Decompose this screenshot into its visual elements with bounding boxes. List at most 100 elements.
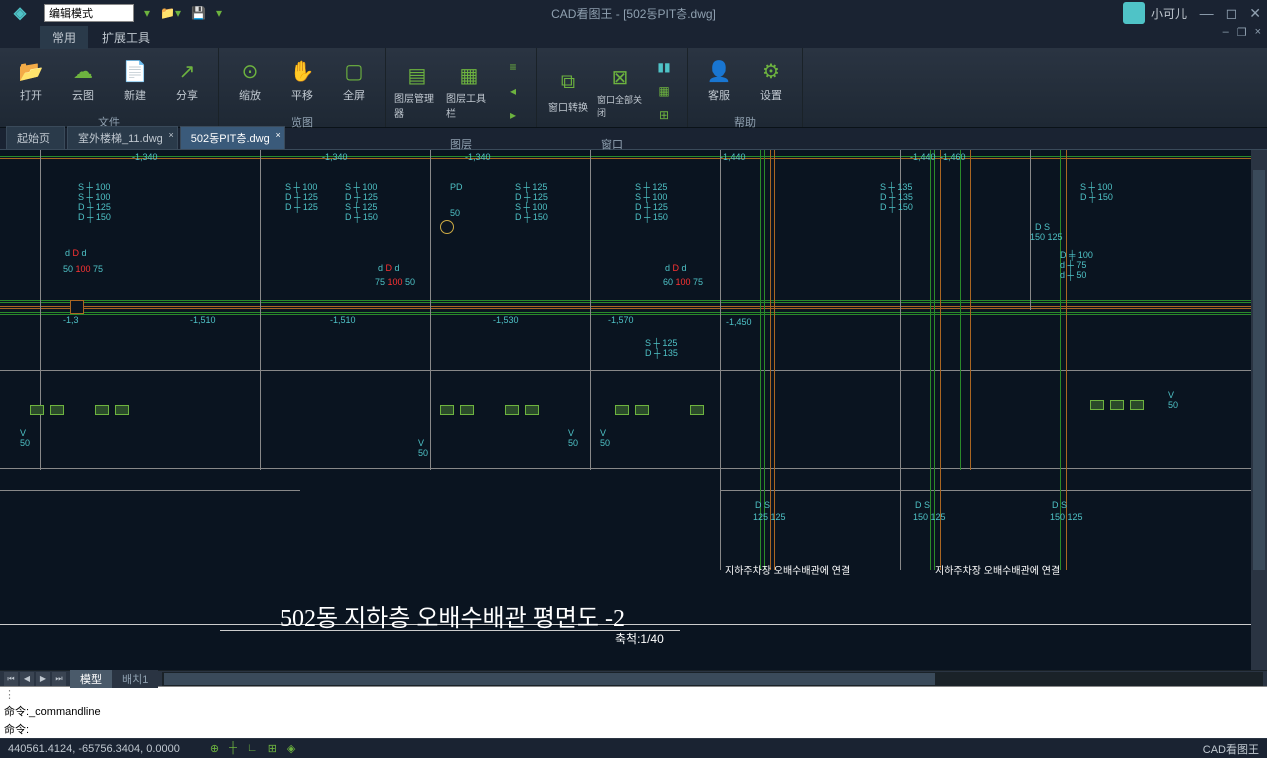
command-input[interactable] (29, 723, 1263, 735)
dimension-label: 50 (568, 438, 578, 448)
first-icon[interactable]: ⏮ (4, 672, 18, 686)
mode-input[interactable] (44, 4, 134, 22)
dimension-label: S ┼ 100 (78, 192, 110, 202)
dimension-label: -1,340 (465, 152, 491, 162)
dimension-label: 60 100 75 (663, 277, 703, 287)
win-small-3[interactable]: ⊞ (653, 104, 675, 126)
open-folder-icon[interactable]: 📁▾ (160, 6, 181, 20)
ribbon-group-layer: ▤图层管理器 ▦图层工具栏 ≡ ◂ ▸ 图层 (386, 48, 537, 127)
dimension-label: S ┼ 125 (635, 182, 667, 192)
settings-button[interactable]: ⚙设置 (748, 52, 794, 108)
ribbon-group-window: ⧉窗口转换 ⊠窗口全部关闭 ▮▮ ▦ ⊞ 窗口 (537, 48, 688, 127)
inner-window-controls: – ❐ × (1223, 26, 1261, 39)
layer-next-icon[interactable]: ▸ (502, 104, 524, 126)
horizontal-scrollbar[interactable] (162, 672, 1263, 686)
menu-tab-ext[interactable]: 扩展工具 (90, 26, 162, 49)
window-closeall-button[interactable]: ⊠窗口全部关闭 (597, 63, 643, 119)
win-small-2[interactable]: ▦ (653, 80, 675, 102)
layer-prev-icon[interactable]: ◂ (502, 80, 524, 102)
dimension-label: S ┼ 100 (1080, 182, 1112, 192)
share-icon: ↗ (173, 57, 201, 85)
layer-stack-icon[interactable]: ≡ (502, 56, 524, 78)
dimension-label: S ┼ 100 (345, 182, 377, 192)
dimension-label: D S (755, 500, 770, 510)
last-icon[interactable]: ⏭ (52, 672, 66, 686)
model-tab[interactable]: 模型 (70, 670, 112, 688)
zoom-button[interactable]: ⊙缩放 (227, 52, 273, 108)
window-switch-button[interactable]: ⧉窗口转换 (545, 63, 591, 119)
vertical-scrollbar[interactable] (1251, 150, 1267, 670)
prev-icon[interactable]: ◀ (20, 672, 34, 686)
user-area[interactable]: 小可儿 (1123, 2, 1187, 24)
inner-close-icon[interactable]: × (1255, 26, 1261, 39)
cloud-icon: ☁ (69, 57, 97, 85)
qat-dropdown-icon[interactable]: ▾ (216, 6, 222, 20)
support-button[interactable]: 👤客服 (696, 52, 742, 108)
inner-restore-icon[interactable]: ❐ (1237, 26, 1247, 39)
cloud-button[interactable]: ☁云图 (60, 52, 106, 108)
osnap-icon[interactable]: ◈ (287, 742, 295, 755)
fullscreen-button[interactable]: ▢全屏 (331, 52, 377, 108)
drawing-canvas[interactable]: 502동 지하층 오배수배관 평면도 -2 축척:1/40 S ┼ 100S ┼… (0, 150, 1267, 670)
dimension-label: S ┼ 125 (645, 338, 677, 348)
file-new-icon: 📄 (121, 57, 149, 85)
dimension-label: D ┼ 125 (285, 192, 318, 202)
dimension-label: -1,570 (608, 315, 634, 325)
dimension-label: 50 (600, 438, 610, 448)
layers-icon: ▤ (403, 63, 431, 88)
dimension-label: -1,3 (63, 315, 79, 325)
dimension-label: D S (1052, 500, 1067, 510)
dropdown-icon[interactable]: ▾ (144, 6, 150, 20)
username: 小可儿 (1151, 5, 1187, 22)
dimension-label: D ┼ 150 (1080, 192, 1113, 202)
save-icon[interactable]: 💾 (191, 6, 206, 20)
layer-toolbar-button[interactable]: ▦图层工具栏 (446, 63, 492, 119)
dimension-label: D ┼ 150 (515, 212, 548, 222)
dimension-label: D ┼ 135 (645, 348, 678, 358)
win-small-1[interactable]: ▮▮ (653, 56, 675, 78)
dimension-label: 150 125 (913, 512, 946, 522)
quick-access-toolbar: ▾ 📁▾ 💾 ▾ (144, 6, 222, 20)
menu-tab-common[interactable]: 常用 (40, 26, 88, 49)
open-button[interactable]: 📂打开 (8, 52, 54, 108)
polar-icon[interactable]: ⊞ (268, 742, 277, 755)
dimension-label: d ┼ 75 (1060, 260, 1086, 270)
zoom-icon: ⊙ (236, 57, 264, 85)
filetab-start[interactable]: 起始页 (6, 126, 65, 149)
share-button[interactable]: ↗分享 (164, 52, 210, 108)
dimension-label: 150 125 (1050, 512, 1083, 522)
ortho-icon[interactable]: ∟ (247, 742, 258, 755)
close-icon[interactable]: × (169, 130, 174, 140)
command-prompt-line: 命令: (0, 720, 1267, 738)
close-icon[interactable]: ✕ (1249, 5, 1261, 22)
inner-minimize-icon[interactable]: – (1223, 26, 1229, 39)
dimension-label: 50 (450, 208, 460, 218)
dimension-label: V (20, 428, 26, 438)
maximize-icon[interactable]: ◻ (1226, 5, 1238, 22)
dimension-label: -1,460 (940, 152, 966, 162)
layer-manager-button[interactable]: ▤图层管理器 (394, 63, 440, 119)
dimension-label: 50 (418, 448, 428, 458)
headset-icon: 👤 (705, 57, 733, 85)
dimension-label: -1,440 (720, 152, 746, 162)
minimize-icon[interactable]: — (1200, 5, 1214, 22)
new-button[interactable]: 📄新建 (112, 52, 158, 108)
dimension-label: d D d (378, 263, 400, 273)
snap-icon[interactable]: ⊕ (210, 742, 219, 755)
status-product: CAD看图王 (1203, 741, 1259, 757)
pan-button[interactable]: ✋平移 (279, 52, 325, 108)
dimension-label: V (568, 428, 574, 438)
dimension-label: D ╪ 100 (1060, 250, 1093, 260)
drawing-note: 지하주차장 오배수배관에 연결 (935, 562, 1060, 577)
close-icon[interactable]: × (275, 130, 280, 140)
folder-open-icon: 📂 (17, 57, 45, 85)
avatar[interactable] (1123, 2, 1145, 24)
ribbon: 📂打开 ☁云图 📄新建 ↗分享 文件 ⊙缩放 ✋平移 ▢全屏 览图 ▤图层管理器… (0, 48, 1267, 128)
layout-tab[interactable]: 배치1 (112, 670, 158, 688)
filetab-502[interactable]: 502동PIT층.dwg× (180, 126, 285, 149)
filetab-stairs[interactable]: 室外楼梯_11.dwg× (67, 126, 178, 149)
grid-icon[interactable]: ┼ (229, 742, 237, 755)
dimension-label: d ┼ 50 (1060, 270, 1086, 280)
next-icon[interactable]: ▶ (36, 672, 50, 686)
window-title: CAD看图王 - [502동PIT층.dwg] (551, 5, 716, 22)
